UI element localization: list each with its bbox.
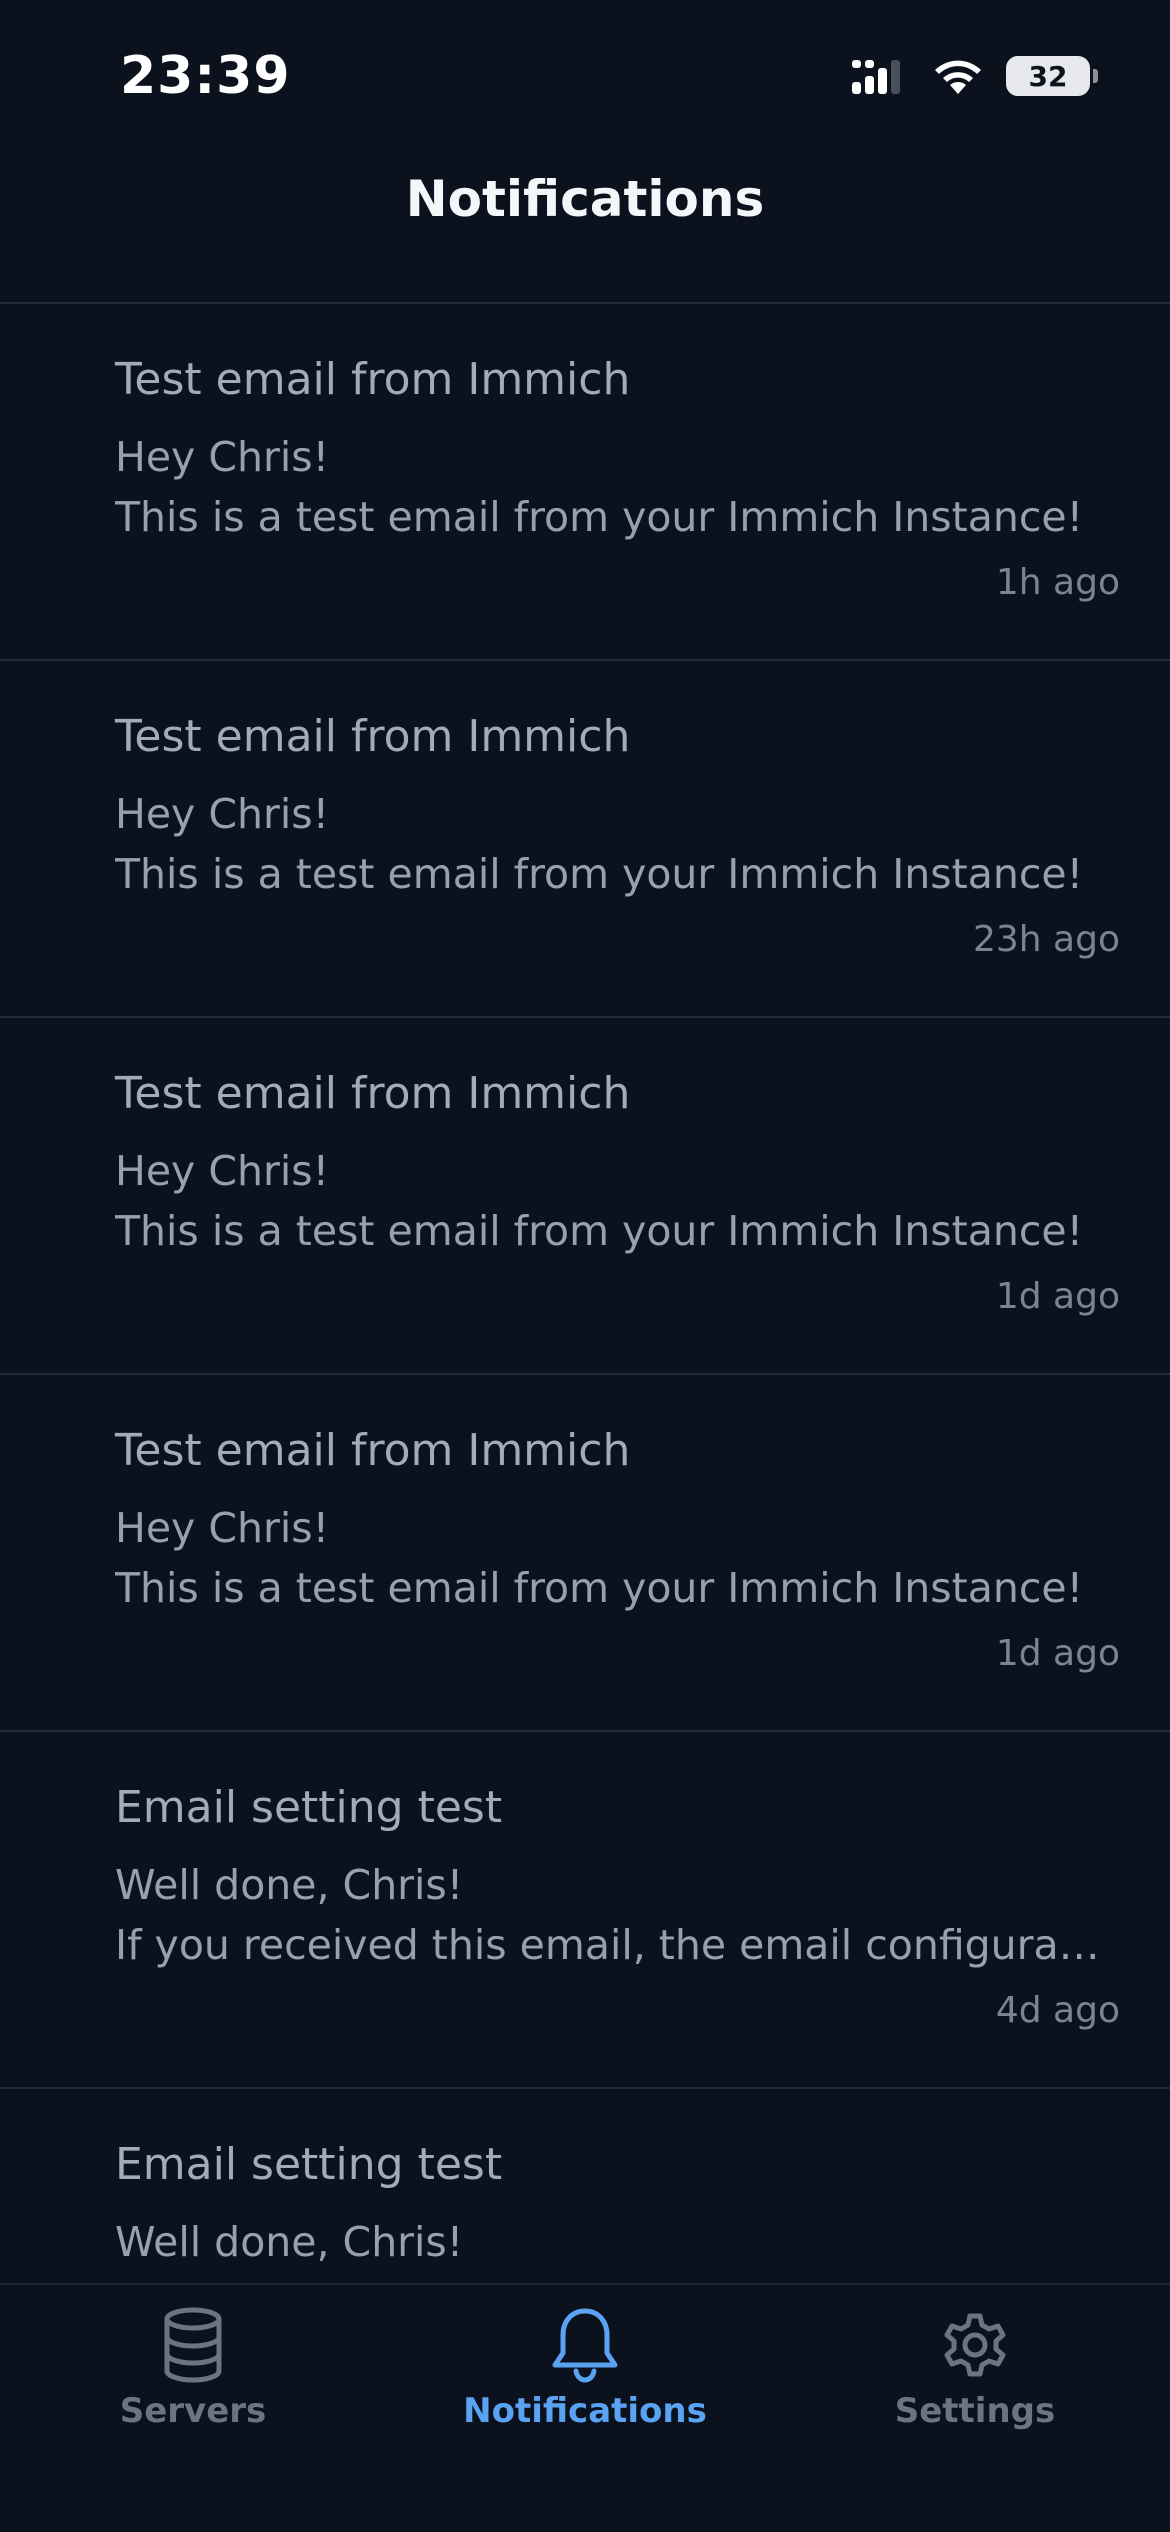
- notification-body-line: If you received this email, the email co…: [115, 2272, 1115, 2283]
- notification-body-line: Well done, Chris!: [115, 2217, 464, 2266]
- notification-item[interactable]: Test email from Immich Hey Chris! This i…: [0, 659, 1170, 1016]
- notification-body-line: Hey Chris!: [115, 1146, 330, 1195]
- cellular-signal-icon: [852, 60, 900, 94]
- tab-settings[interactable]: Settings: [825, 2305, 1125, 2455]
- tab-bar: Servers Notifications Settings: [0, 2283, 1170, 2532]
- status-bar: 23:39 32: [0, 0, 1170, 150]
- notification-time: 23h ago: [972, 919, 1120, 960]
- notification-body-line: This is a test email from your Immich In…: [115, 849, 1084, 898]
- app-screen: 23:39 32 Notifications Test email from I…: [0, 0, 1170, 2532]
- notification-title: Email setting test: [115, 1782, 503, 1833]
- battery-icon: 32: [1006, 56, 1098, 96]
- battery-level: 32: [1028, 59, 1068, 93]
- notification-title: Test email from Immich: [115, 1068, 631, 1119]
- tab-notifications[interactable]: Notifications: [435, 2305, 735, 2455]
- tab-label: Settings: [894, 2391, 1056, 2431]
- notification-time: 1d ago: [995, 1276, 1120, 1317]
- notification-time: 4d ago: [995, 1990, 1120, 2031]
- notification-body-line: Hey Chris!: [115, 789, 330, 838]
- wifi-icon: [935, 60, 981, 94]
- notification-body-line: Hey Chris!: [115, 432, 330, 481]
- notification-item[interactable]: Email setting test Well done, Chris! If …: [0, 2087, 1170, 2283]
- notification-item[interactable]: Test email from Immich Hey Chris! This i…: [0, 302, 1170, 659]
- notification-title: Email setting test: [115, 2139, 503, 2190]
- tab-label: Servers: [119, 2391, 267, 2431]
- notification-body-line: Hey Chris!: [115, 1503, 330, 1552]
- database-icon: [164, 2307, 222, 2383]
- bell-icon: [552, 2308, 618, 2383]
- notification-body-line: This is a test email from your Immich In…: [115, 1563, 1084, 1612]
- status-icons: 32: [850, 52, 1098, 100]
- status-time: 23:39: [120, 46, 291, 106]
- notification-body-line: This is a test email from your Immich In…: [115, 1206, 1084, 1255]
- notification-time: 1h ago: [995, 562, 1120, 603]
- gear-icon: [944, 2313, 1006, 2377]
- tab-label: Notifications: [463, 2391, 707, 2431]
- notification-body-line: Well done, Chris!: [115, 1860, 464, 1909]
- notification-item[interactable]: Email setting test Well done, Chris! If …: [0, 1730, 1170, 2087]
- notification-body-line: This is a test email from your Immich In…: [115, 492, 1084, 541]
- notification-time: 1d ago: [995, 1633, 1120, 1674]
- notification-title: Test email from Immich: [115, 711, 631, 762]
- tab-servers[interactable]: Servers: [43, 2305, 343, 2455]
- notification-title: Test email from Immich: [115, 1425, 631, 1476]
- notification-body-line: If you received this email, the email co…: [115, 1920, 1115, 1969]
- notification-title: Test email from Immich: [115, 354, 631, 405]
- notification-list[interactable]: Test email from Immich Hey Chris! This i…: [0, 302, 1170, 2283]
- notification-item[interactable]: Test email from Immich Hey Chris! This i…: [0, 1373, 1170, 1730]
- notification-item[interactable]: Test email from Immich Hey Chris! This i…: [0, 1016, 1170, 1373]
- page-title: Notifications: [405, 170, 765, 228]
- home-indicator: [425, 2500, 745, 2510]
